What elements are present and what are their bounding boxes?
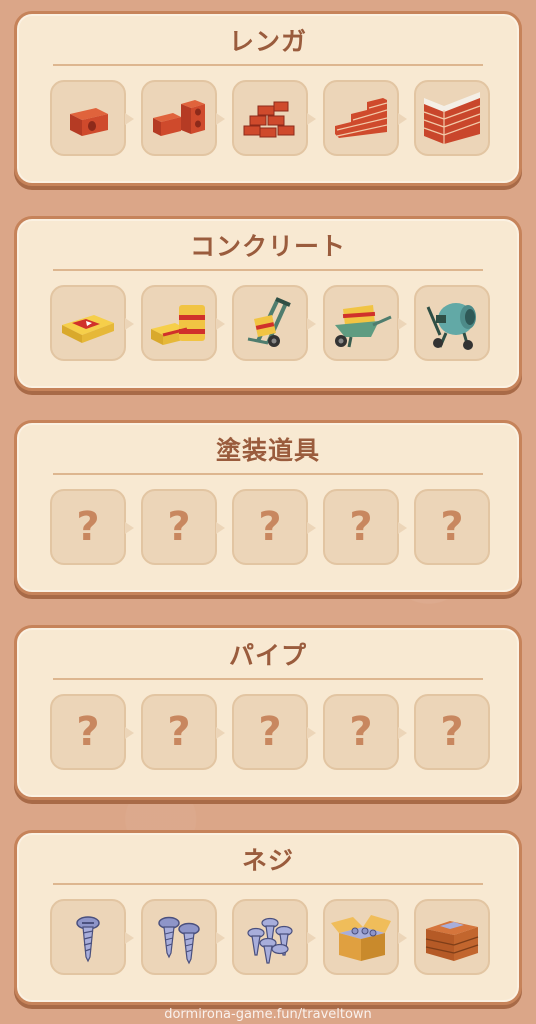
item-slot[interactable] — [232, 285, 316, 361]
item-chain: ? ? ? ? ? — [50, 489, 490, 565]
two-bricks-icon — [153, 100, 205, 136]
item-chain — [50, 899, 490, 975]
question-mark-icon: ? — [258, 709, 282, 755]
panel-title: コンクリート — [189, 232, 346, 261]
item-slot[interactable] — [414, 899, 490, 975]
item-slot[interactable] — [323, 285, 407, 361]
panel-painting-tools: 塗装道具 ? ? ? ? ? — [14, 420, 522, 595]
item-chain: ? ? ? ? ? — [50, 694, 490, 770]
divider — [53, 269, 483, 271]
question-mark-icon: ? — [440, 504, 464, 550]
locked-item-slot[interactable]: ? — [414, 489, 490, 565]
item-chain — [50, 80, 490, 156]
item-chain — [50, 285, 490, 361]
screw-pile-icon — [247, 917, 293, 964]
panel-title: レンガ — [228, 27, 307, 56]
divider — [53, 473, 483, 475]
locked-item-slot[interactable]: ? — [232, 489, 316, 565]
question-mark-icon: ? — [167, 504, 191, 550]
item-slot[interactable] — [50, 285, 134, 361]
divider — [53, 678, 483, 680]
item-slot[interactable] — [141, 285, 225, 361]
item-slot[interactable] — [232, 80, 316, 156]
panel-screws: ネジ — [14, 830, 522, 1005]
divider — [53, 64, 483, 66]
question-mark-icon: ? — [167, 709, 191, 755]
two-screws-icon — [158, 916, 200, 965]
closed-screw-crate-icon — [425, 921, 479, 961]
brick-pile-icon — [243, 101, 295, 138]
item-slot[interactable] — [414, 80, 490, 156]
item-slot[interactable] — [323, 80, 407, 156]
watermark: dormirona-game.fun/traveltown — [164, 1007, 372, 1022]
locked-item-slot[interactable]: ? — [323, 694, 407, 770]
brick-wall-icon — [423, 92, 481, 144]
panel-concrete: コンクリート — [14, 216, 522, 391]
open-screw-box-icon — [331, 915, 391, 961]
item-slot[interactable] — [50, 80, 134, 156]
concrete-mixer-icon — [426, 303, 476, 350]
question-mark-icon: ? — [349, 709, 373, 755]
question-mark-icon: ? — [440, 709, 464, 755]
brick-steps-icon — [335, 98, 388, 138]
locked-item-slot[interactable]: ? — [323, 489, 407, 565]
item-slot[interactable] — [141, 899, 225, 975]
question-mark-icon: ? — [349, 504, 373, 550]
item-slot[interactable] — [50, 899, 134, 975]
wheelbarrow-icon — [335, 305, 392, 348]
cement-bag-icon — [62, 315, 114, 343]
item-slot[interactable] — [323, 899, 407, 975]
panel-title: パイプ — [228, 641, 307, 670]
single-screw-icon — [76, 916, 100, 963]
item-slot[interactable] — [414, 285, 490, 361]
locked-item-slot[interactable]: ? — [141, 694, 225, 770]
question-mark-icon: ? — [258, 504, 282, 550]
panel-title: 塗装道具 — [215, 436, 320, 465]
locked-item-slot[interactable]: ? — [50, 694, 134, 770]
single-brick-icon — [70, 108, 108, 136]
hand-truck-icon — [247, 297, 291, 347]
cement-bags-stack-icon — [151, 305, 205, 345]
locked-item-slot[interactable]: ? — [141, 489, 225, 565]
panel-pipes: パイプ ? ? ? ? ? — [14, 625, 522, 800]
item-slot[interactable] — [141, 80, 225, 156]
question-mark-icon: ? — [76, 504, 100, 550]
panel-bricks: レンガ — [14, 11, 522, 186]
panel-title: ネジ — [241, 846, 294, 875]
question-mark-icon: ? — [76, 709, 100, 755]
divider — [53, 883, 483, 885]
locked-item-slot[interactable]: ? — [414, 694, 490, 770]
item-slot[interactable] — [232, 899, 316, 975]
locked-item-slot[interactable]: ? — [232, 694, 316, 770]
locked-item-slot[interactable]: ? — [50, 489, 134, 565]
